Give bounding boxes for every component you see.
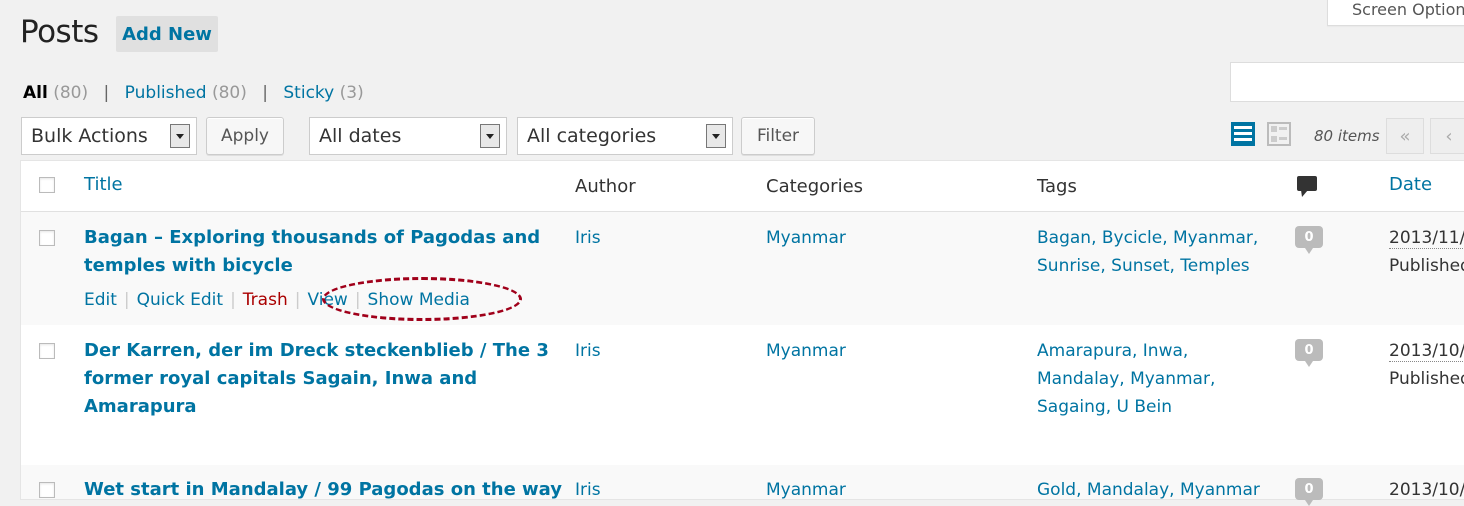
categories-select[interactable]: All categories <box>517 117 733 155</box>
date-value: 2013/10/ <box>1389 341 1464 362</box>
filter-all-count: (80) <box>53 83 89 103</box>
post-title[interactable]: Der Karren, der im Dreck steckenblieb / … <box>84 337 554 421</box>
row-checkbox[interactable] <box>39 343 55 359</box>
post-title-line[interactable]: former royal capitals Sagain, Inwa and <box>84 365 554 393</box>
post-title-line[interactable]: Der Karren, der im Dreck steckenblieb / … <box>84 337 554 365</box>
screen-options-button[interactable]: Screen Options <box>1327 0 1464 26</box>
action-separator: | <box>123 290 130 310</box>
tags-line[interactable]: Bagan, Bycicle, Myanmar, <box>1037 224 1277 252</box>
list-view-icon[interactable] <box>1230 121 1256 147</box>
table-header <box>21 161 1464 212</box>
prev-page-button[interactable]: ‹ <box>1430 118 1464 154</box>
categories-value: All categories <box>527 125 657 147</box>
post-title-line[interactable]: Amarapura <box>84 393 554 421</box>
tags-line[interactable]: Amarapura, Inwa, <box>1037 337 1277 365</box>
first-page-button[interactable]: « <box>1386 118 1424 154</box>
apply-button[interactable]: Apply <box>206 117 284 155</box>
edit-link[interactable]: Edit <box>84 290 117 310</box>
tags-line[interactable]: Mandalay, Myanmar, <box>1037 365 1277 393</box>
post-status: Published <box>1389 369 1464 389</box>
dropdown-arrow-icon <box>480 124 500 148</box>
post-title-line[interactable]: Bagan – Exploring thousands of Pagodas a… <box>84 224 554 252</box>
post-date: 2013/11/ Published <box>1389 224 1464 280</box>
filter-published-count: (80) <box>211 83 247 103</box>
comment-count-badge[interactable]: 0 <box>1295 226 1323 254</box>
excerpt-view-icon[interactable] <box>1266 121 1292 147</box>
post-tags[interactable]: Gold, Mandalay, Myanmar <box>1037 476 1260 504</box>
post-category[interactable]: Myanmar <box>766 224 846 252</box>
post-category[interactable]: Myanmar <box>766 476 846 504</box>
bulk-actions-select[interactable]: Bulk Actions <box>21 117 197 155</box>
comment-count-badge[interactable]: 0 <box>1295 339 1323 367</box>
post-tags: Amarapura, Inwa, Mandalay, Myanmar, Saga… <box>1037 337 1277 421</box>
post-title[interactable]: Bagan – Exploring thousands of Pagodas a… <box>84 224 554 280</box>
filter-separator: | <box>262 83 268 103</box>
post-date: 2013/10/ Published <box>1389 337 1464 393</box>
select-all-checkbox[interactable] <box>39 177 55 193</box>
tags-line[interactable]: Sagaing, U Bein <box>1037 393 1277 421</box>
filter-published[interactable]: Published <box>125 83 207 103</box>
trash-link[interactable]: Trash <box>243 290 288 310</box>
comments-column-icon[interactable] <box>1297 176 1317 198</box>
search-input[interactable] <box>1230 62 1464 102</box>
filter-all[interactable]: All <box>23 83 48 103</box>
post-date: 2013/10/ <box>1389 480 1464 500</box>
filter-sticky[interactable]: Sticky <box>283 83 334 103</box>
filter-sticky-count: (3) <box>339 83 364 103</box>
dates-select[interactable]: All dates <box>309 117 507 155</box>
bulk-actions-value: Bulk Actions <box>31 125 148 147</box>
tags-line[interactable]: Sunrise, Sunset, Temples <box>1037 252 1277 280</box>
column-date[interactable]: Date <box>1389 174 1432 195</box>
highlight-ellipse <box>322 277 522 321</box>
post-status-filters: All (80) | Published (80) | Sticky (3) <box>23 83 364 103</box>
column-categories: Categories <box>766 176 864 197</box>
quick-edit-link[interactable]: Quick Edit <box>137 290 223 310</box>
column-title[interactable]: Title <box>84 174 123 195</box>
column-author: Author <box>575 176 636 197</box>
post-author[interactable]: Iris <box>575 337 601 365</box>
items-count: 80 items <box>1314 127 1380 145</box>
filter-separator: | <box>103 83 110 103</box>
action-separator: | <box>294 290 301 310</box>
filter-button[interactable]: Filter <box>741 117 815 155</box>
post-author[interactable]: Iris <box>575 224 601 252</box>
dates-value: All dates <box>319 125 402 147</box>
post-status: Published <box>1389 256 1464 276</box>
row-checkbox[interactable] <box>39 230 55 246</box>
add-new-button[interactable]: Add New <box>116 16 218 52</box>
page-title: Posts <box>20 14 99 50</box>
post-author[interactable]: Iris <box>575 476 601 504</box>
column-tags: Tags <box>1037 176 1077 197</box>
dropdown-arrow-icon <box>170 124 190 148</box>
dropdown-arrow-icon <box>706 124 726 148</box>
post-title[interactable]: Wet start in Mandalay / 99 Pagodas on th… <box>84 476 562 504</box>
post-tags: Bagan, Bycicle, Myanmar, Sunrise, Sunset… <box>1037 224 1277 280</box>
action-separator: | <box>230 290 236 310</box>
date-value: 2013/11/ <box>1389 228 1464 249</box>
comment-count-badge[interactable]: 0 <box>1295 478 1323 506</box>
post-category[interactable]: Myanmar <box>766 337 846 365</box>
post-title-line[interactable]: temples with bicycle <box>84 252 554 280</box>
row-checkbox[interactable] <box>39 482 55 498</box>
